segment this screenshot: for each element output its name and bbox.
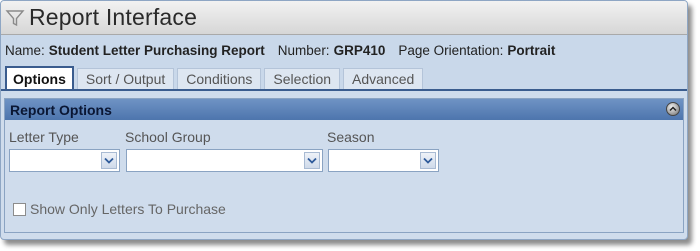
letter-type-label: Letter Type (9, 129, 79, 145)
panel-header: Report Options (5, 99, 683, 120)
school-group-select[interactable] (126, 149, 323, 172)
show-only-letters-checkbox[interactable] (13, 202, 26, 216)
chevron-down-icon[interactable] (304, 152, 320, 169)
collapse-icon[interactable] (666, 102, 680, 116)
tab-options[interactable]: Options (5, 66, 74, 89)
number-label: Number: (277, 42, 330, 58)
number-value: GRP410 (333, 42, 386, 58)
letter-type-select[interactable] (9, 149, 120, 172)
report-info-bar: Name: Student Letter Purchasing Report N… (1, 35, 687, 65)
school-group-label: School Group (125, 129, 211, 145)
chevron-down-icon[interactable] (101, 152, 117, 169)
funnel-icon (5, 9, 25, 26)
report-options-panel: Report Options Letter Type School Group … (4, 98, 684, 233)
season-select[interactable] (328, 149, 439, 172)
show-only-letters-row: Show Only Letters To Purchase (13, 201, 226, 217)
tab-sort-output[interactable]: Sort / Output (76, 68, 175, 89)
orientation-value: Portrait (507, 42, 556, 58)
report-window: Report Interface Name: Student Letter Pu… (0, 0, 688, 240)
name-value: Student Letter Purchasing Report (48, 42, 265, 58)
orientation-label: Page Orientation: (398, 42, 504, 58)
title-bar: Report Interface (1, 1, 687, 35)
chevron-down-icon[interactable] (420, 152, 436, 169)
tab-bar: Options Sort / Output Conditions Selecti… (1, 65, 687, 91)
tab-conditions[interactable]: Conditions (177, 68, 262, 89)
tab-selection[interactable]: Selection (264, 68, 341, 89)
window-title: Report Interface (29, 4, 198, 30)
tab-advanced[interactable]: Advanced (343, 68, 424, 89)
season-label: Season (327, 129, 375, 145)
panel-title: Report Options (10, 101, 112, 118)
name-label: Name: (5, 42, 45, 58)
show-only-letters-label[interactable]: Show Only Letters To Purchase (30, 201, 226, 217)
